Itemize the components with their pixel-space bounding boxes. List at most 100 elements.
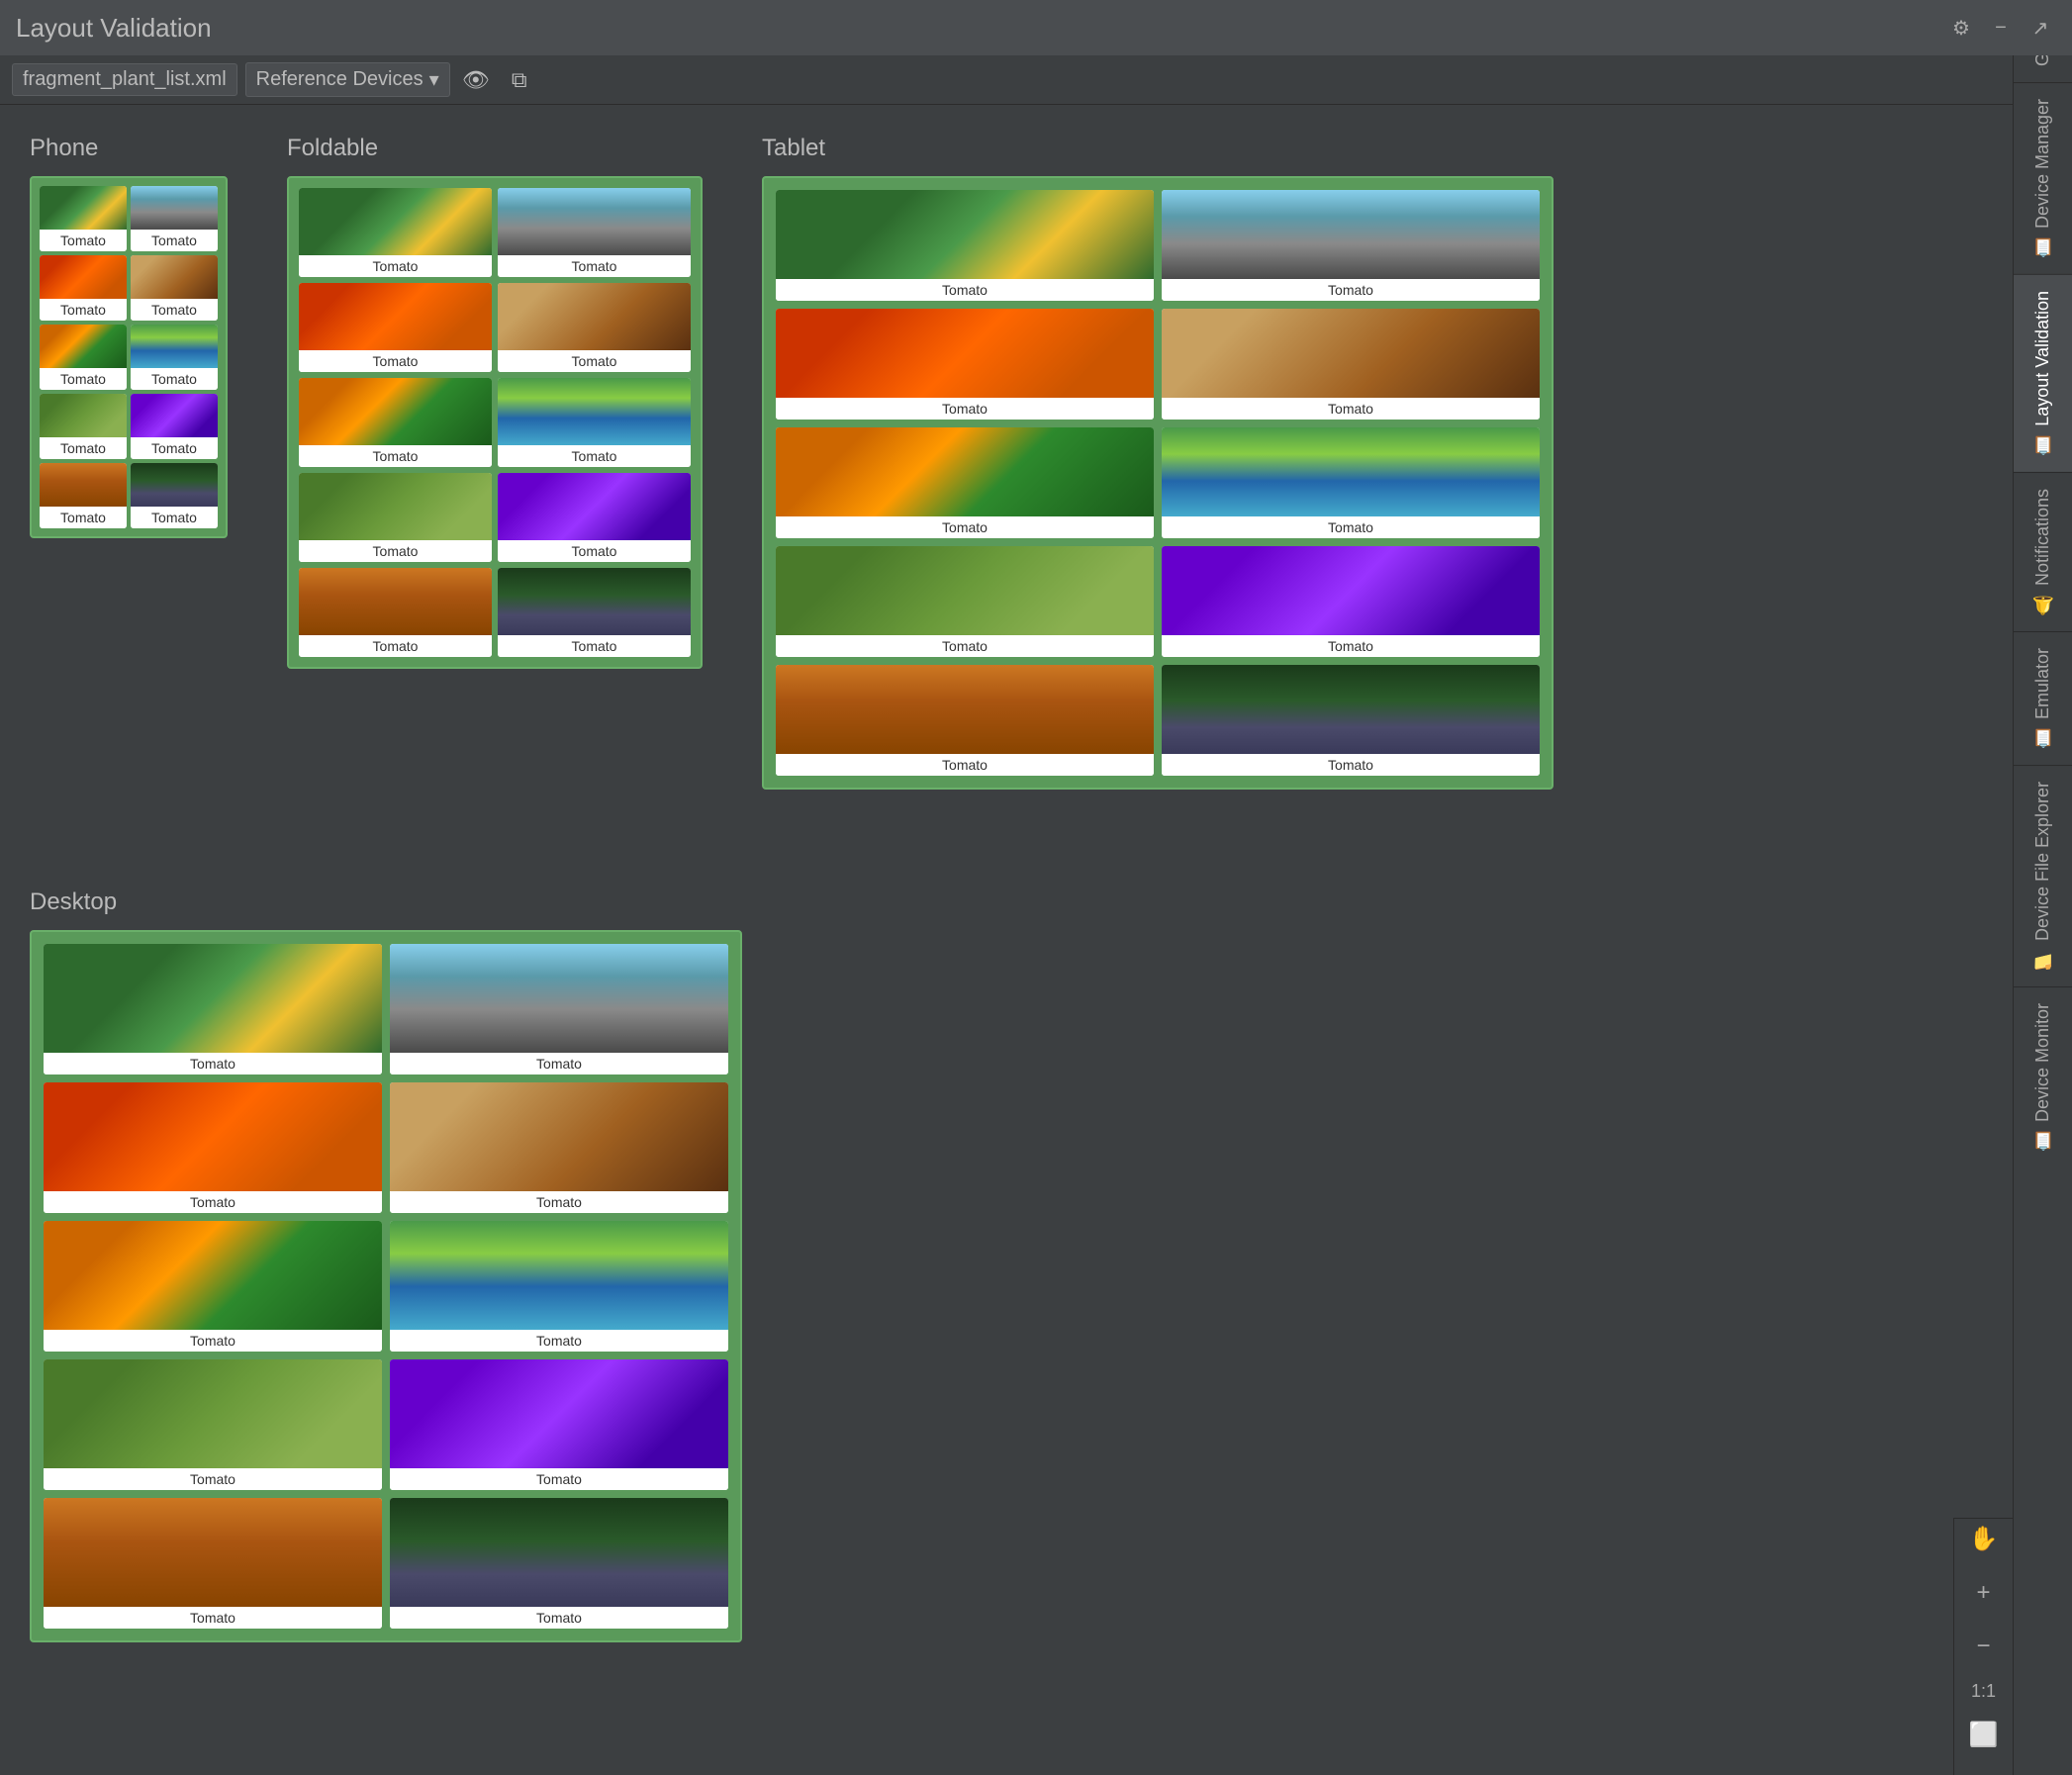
device-manager-tab-icon: 📋 xyxy=(2032,236,2054,258)
plant-label: Tomato xyxy=(44,1053,382,1074)
zoom-in-icon[interactable]: + xyxy=(1962,1573,2006,1614)
plant-label: Tomato xyxy=(498,255,691,277)
plant-image xyxy=(299,283,492,350)
plant-card: Tomato xyxy=(498,283,691,372)
plant-label: Tomato xyxy=(299,635,492,657)
plant-label: Tomato xyxy=(131,368,218,390)
plant-label: Tomato xyxy=(40,230,127,251)
plant-image xyxy=(1162,546,1540,635)
plant-label: Tomato xyxy=(40,507,127,528)
tab-emulator[interactable]: 📋 Emulator xyxy=(2014,631,2072,765)
plant-card: Tomato xyxy=(776,546,1154,657)
plant-image xyxy=(498,568,691,635)
plant-image xyxy=(776,665,1154,754)
hand-tool-icon[interactable]: ✋ xyxy=(1962,1519,2006,1559)
plant-label: Tomato xyxy=(776,516,1154,538)
plant-image xyxy=(498,283,691,350)
plant-label: Tomato xyxy=(498,445,691,467)
plant-card: Tomato xyxy=(776,190,1154,301)
plant-card: Tomato xyxy=(299,378,492,467)
tablet-section: Tablet TomatoTomatoTomatoTomatoTomatoTom… xyxy=(762,135,1554,790)
plant-card: Tomato xyxy=(390,1498,728,1629)
tab-layout-validation[interactable]: 📋 Layout Validation xyxy=(2014,274,2072,472)
plant-label: Tomato xyxy=(131,230,218,251)
plant-image xyxy=(776,309,1154,398)
plant-card: Tomato xyxy=(131,463,218,528)
plant-image xyxy=(40,186,127,230)
plant-card: Tomato xyxy=(390,1082,728,1213)
desktop-title: Desktop xyxy=(30,888,1983,916)
plant-card: Tomato xyxy=(44,1221,382,1352)
fit-screen-icon[interactable]: ⬜ xyxy=(1962,1716,2006,1756)
plant-label: Tomato xyxy=(1162,635,1540,657)
tablet-grid: TomatoTomatoTomatoTomatoTomatoTomatoToma… xyxy=(776,190,1540,776)
device-file-explorer-tab-icon: 📁 xyxy=(2032,949,2054,971)
plant-label: Tomato xyxy=(40,368,127,390)
plant-card: Tomato xyxy=(498,473,691,562)
tab-device-monitor[interactable]: 📋 Device Monitor xyxy=(2014,986,2072,1168)
device-manager-tab-label: Device Manager xyxy=(2032,99,2053,229)
plant-label: Tomato xyxy=(299,350,492,372)
plant-label: Tomato xyxy=(1162,754,1540,776)
plant-card: Tomato xyxy=(299,568,492,657)
tab-device-manager[interactable]: 📋 Device Manager xyxy=(2014,82,2072,274)
plant-card: Tomato xyxy=(44,1359,382,1490)
plant-label: Tomato xyxy=(40,299,127,321)
plant-card: Tomato xyxy=(44,1082,382,1213)
plant-label: Tomato xyxy=(299,445,492,467)
plant-card: Tomato xyxy=(1162,665,1540,776)
plant-card: Tomato xyxy=(40,255,127,321)
plant-label: Tomato xyxy=(1162,279,1540,301)
plant-card: Tomato xyxy=(498,378,691,467)
plant-card: Tomato xyxy=(40,186,127,251)
plant-card: Tomato xyxy=(40,325,127,390)
plant-label: Tomato xyxy=(299,255,492,277)
copy-layout-icon[interactable]: ⧉ xyxy=(502,62,537,98)
tab-device-file-explorer[interactable]: 📁 Device File Explorer xyxy=(2014,765,2072,986)
plant-image xyxy=(1162,190,1540,279)
tablet-frame: TomatoTomatoTomatoTomatoTomatoTomatoToma… xyxy=(762,176,1554,790)
plant-label: Tomato xyxy=(776,635,1154,657)
reference-devices-dropdown[interactable]: Reference Devices ▾ xyxy=(245,62,450,97)
plant-image xyxy=(131,325,218,368)
notifications-tab-label: Notifications xyxy=(2032,489,2053,586)
plant-label: Tomato xyxy=(299,540,492,562)
plant-label: Tomato xyxy=(390,1330,728,1352)
top-device-row: Phone TomatoTomatoTomatoTomatoTomatoToma… xyxy=(30,135,1983,839)
plant-card: Tomato xyxy=(390,1221,728,1352)
desktop-frame: TomatoTomatoTomatoTomatoTomatoTomatoToma… xyxy=(30,930,742,1642)
plant-label: Tomato xyxy=(1162,516,1540,538)
plant-card: Tomato xyxy=(498,188,691,277)
foldable-title: Foldable xyxy=(287,135,703,162)
zoom-out-icon[interactable]: − xyxy=(1962,1627,2006,1667)
plant-image xyxy=(498,378,691,445)
plant-card: Tomato xyxy=(776,427,1154,538)
plant-card: Tomato xyxy=(131,186,218,251)
device-file-explorer-tab-label: Device File Explorer xyxy=(2032,782,2053,941)
tab-notifications[interactable]: 🔔 Notifications xyxy=(2014,472,2072,631)
eye-icon[interactable]: 👁 xyxy=(458,62,494,98)
plant-image xyxy=(776,427,1154,516)
plant-card: Tomato xyxy=(299,188,492,277)
emulator-tab-label: Emulator xyxy=(2032,648,2053,719)
desktop-grid: TomatoTomatoTomatoTomatoTomatoTomatoToma… xyxy=(44,944,728,1629)
foldable-grid: Tomato Tomato Tomato Tomato Tomato Tomato Toma… xyxy=(299,188,691,657)
plant-card: Tomato xyxy=(299,473,492,562)
notifications-tab-icon: 🔔 xyxy=(2032,594,2054,615)
plant-image xyxy=(776,546,1154,635)
plant-card: Tomato xyxy=(390,944,728,1074)
minimize-icon[interactable]: − xyxy=(1985,12,2017,44)
plant-label: Tomato xyxy=(44,1330,382,1352)
plant-card: Tomato xyxy=(776,665,1154,776)
expand-icon[interactable]: ↗ xyxy=(2025,12,2056,44)
plant-image xyxy=(390,1359,728,1468)
plant-card: Tomato xyxy=(1162,309,1540,420)
plant-image xyxy=(40,255,127,299)
plant-label: Tomato xyxy=(131,299,218,321)
zoom-level-label: 1:1 xyxy=(1971,1681,1996,1702)
dropdown-chevron-icon: ▾ xyxy=(429,67,439,92)
emulator-tab-icon: 📋 xyxy=(2032,727,2054,749)
plant-image xyxy=(498,188,691,255)
settings-icon[interactable]: ⚙ xyxy=(1945,12,1977,44)
plant-card: Tomato xyxy=(40,394,127,459)
